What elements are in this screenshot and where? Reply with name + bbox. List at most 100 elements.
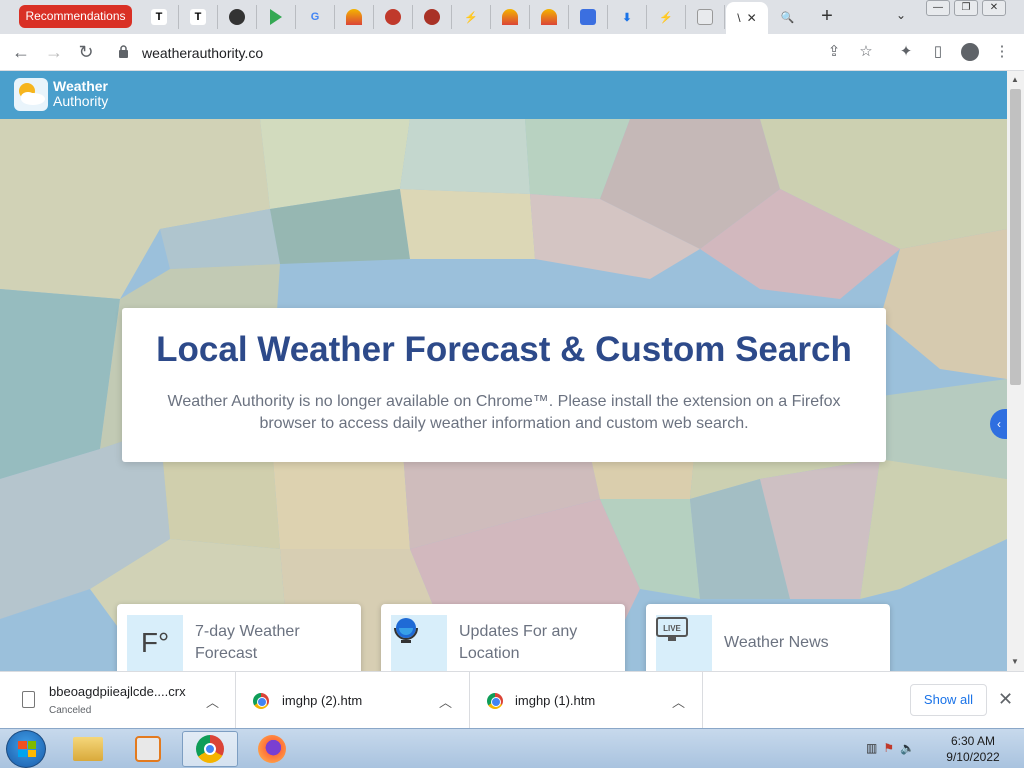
reload-button[interactable]: ↻ xyxy=(74,40,98,64)
tab-play[interactable] xyxy=(257,5,296,29)
menu-icon[interactable]: ⋮ xyxy=(990,40,1014,64)
tab-search[interactable]: 🔍 xyxy=(768,5,807,29)
search-icon: 🔍 xyxy=(780,11,795,24)
live-tv-icon: LIVE xyxy=(656,615,712,671)
hexagon-icon xyxy=(580,9,596,25)
minimize-button[interactable]: — xyxy=(926,0,950,16)
tab-bolt2[interactable]: ⚡ xyxy=(647,5,686,29)
taskbar-firefox[interactable] xyxy=(244,731,300,767)
lock-icon xyxy=(119,45,128,58)
taskbar-explorer[interactable] xyxy=(60,731,116,767)
feature-label-line-2: Forecast xyxy=(195,645,258,662)
tab-rainbow1[interactable] xyxy=(335,5,374,29)
volume-icon[interactable]: 🔈 xyxy=(900,741,915,755)
weather-rainbow-icon xyxy=(346,9,362,25)
clock-date: 9/10/2022 xyxy=(946,750,1000,764)
svg-text:LIVE: LIVE xyxy=(663,624,681,633)
globe-icon xyxy=(391,615,447,671)
new-tab-button[interactable]: + xyxy=(816,6,838,28)
feature-label-line-1: 7-day Weather xyxy=(195,623,300,640)
feature-label: Updates For any Location xyxy=(459,621,577,665)
google-icon: G xyxy=(310,11,320,23)
chevron-up-icon[interactable]: ︿ xyxy=(206,692,219,711)
share-icon[interactable]: ⇪ xyxy=(822,40,846,64)
url-text: weatherauthority.co xyxy=(142,45,264,61)
profile-avatar-icon[interactable] xyxy=(958,40,982,64)
feature-card-forecast[interactable]: F° 7-day Weather Forecast xyxy=(117,604,361,671)
tab-rainbow2[interactable] xyxy=(491,5,530,29)
tab-t1[interactable]: T xyxy=(140,5,179,29)
restore-button[interactable]: ❐ xyxy=(954,0,978,16)
tab-doc[interactable] xyxy=(686,5,725,29)
flag-icon[interactable]: ⚑ xyxy=(883,741,894,755)
bookmark-star-icon[interactable]: ☆ xyxy=(854,40,878,64)
download-filename: imghp (2).htm xyxy=(282,693,363,708)
close-window-button[interactable]: ✕ xyxy=(982,0,1006,16)
download-item[interactable]: bbeoagdpiieajlcde....crx Canceled ︿ xyxy=(0,672,236,729)
weather-rainbow-icon xyxy=(502,9,518,25)
chevron-up-icon[interactable]: ︿ xyxy=(439,692,452,711)
tab-t2[interactable]: T xyxy=(179,5,218,29)
character-icon xyxy=(424,9,440,25)
tab-download[interactable]: ⬇ xyxy=(608,5,647,29)
feature-label: Weather News xyxy=(724,632,829,654)
logo-text[interactable]: Weather Authority xyxy=(53,79,108,109)
fahrenheit-icon: F° xyxy=(127,615,183,671)
taskbar-chrome[interactable] xyxy=(182,731,238,767)
show-all-button[interactable]: Show all xyxy=(910,684,987,716)
clock[interactable]: 6:30 AM 9/10/2022 xyxy=(930,733,1016,765)
browser-toolbar: ← → ↻ weatherauthority.co ⇪ ☆ ✦ ▯ ⋮ xyxy=(0,34,1024,71)
clock-time: 6:30 AM xyxy=(950,734,996,748)
play-store-icon xyxy=(270,9,282,25)
scroll-thumb[interactable] xyxy=(1010,89,1021,385)
chevron-up-icon[interactable]: ︿ xyxy=(672,692,685,711)
firefox-icon xyxy=(258,735,286,763)
chrome-icon xyxy=(253,693,269,709)
system-tray: ▥ ⚑ 🔈 xyxy=(866,741,915,755)
feature-label: 7-day Weather Forecast xyxy=(195,621,300,665)
start-button[interactable] xyxy=(6,730,46,768)
bolt-icon: ⚡ xyxy=(464,11,478,24)
windows-logo-icon xyxy=(18,741,36,757)
tab-search-chevron-icon[interactable]: ⌄ xyxy=(896,8,906,22)
tab-mario1[interactable] xyxy=(374,5,413,29)
tab-rainbow3[interactable] xyxy=(530,5,569,29)
recommendations-tab[interactable]: Recommendations xyxy=(19,5,132,28)
address-bar[interactable]: weatherauthority.co xyxy=(106,38,882,67)
chrome-icon xyxy=(487,693,503,709)
scroll-up-icon[interactable]: ▲ xyxy=(1011,75,1019,84)
extensions-icon[interactable]: ✦ xyxy=(894,40,918,64)
tab-github[interactable] xyxy=(218,5,257,29)
us-map-background: Local Weather Forecast & Custom Search W… xyxy=(0,119,1007,671)
back-button[interactable]: ← xyxy=(9,40,33,64)
bolt-icon: ⚡ xyxy=(659,11,673,24)
close-icon[interactable]: ✕ xyxy=(998,689,1013,710)
hero-card: Local Weather Forecast & Custom Search W… xyxy=(122,308,886,462)
tab-google[interactable]: G xyxy=(296,5,335,29)
file-icon xyxy=(22,691,35,708)
media-player-icon xyxy=(135,736,161,762)
page-scrollbar[interactable]: ▲ ▼ xyxy=(1007,71,1024,671)
feature-label-line-1: Weather News xyxy=(724,634,829,651)
github-icon xyxy=(229,9,245,25)
tab-strip: Recommendations T T G ⚡ ⬇ ⚡ \ ✕ 🔍 + ⌄ — xyxy=(0,0,1024,34)
active-tab[interactable]: \ ✕ xyxy=(726,2,768,34)
feature-card-news[interactable]: LIVE Weather News xyxy=(646,604,890,671)
download-filename: imghp (1).htm xyxy=(515,693,596,708)
side-panel-icon[interactable]: ▯ xyxy=(926,40,950,64)
close-tab-icon[interactable]: ✕ xyxy=(747,11,757,25)
forward-button[interactable]: → xyxy=(42,40,66,64)
tab-bolt1[interactable]: ⚡ xyxy=(452,5,491,29)
t-icon: T xyxy=(190,9,206,25)
pinned-tabs: T T G ⚡ ⬇ ⚡ xyxy=(140,5,725,29)
taskbar-media-player[interactable] xyxy=(120,731,176,767)
weather-logo-icon[interactable] xyxy=(14,78,48,111)
feature-card-location[interactable]: Updates For any Location xyxy=(381,604,625,671)
network-icon[interactable]: ▥ xyxy=(866,741,877,755)
download-item[interactable]: imghp (1).htm ︿ xyxy=(470,672,703,729)
scroll-down-icon[interactable]: ▼ xyxy=(1011,657,1019,666)
active-tab-label: \ xyxy=(737,11,741,25)
tab-hexagon[interactable] xyxy=(569,5,608,29)
tab-mario2[interactable] xyxy=(413,5,452,29)
download-item[interactable]: imghp (2).htm ︿ xyxy=(236,672,470,729)
